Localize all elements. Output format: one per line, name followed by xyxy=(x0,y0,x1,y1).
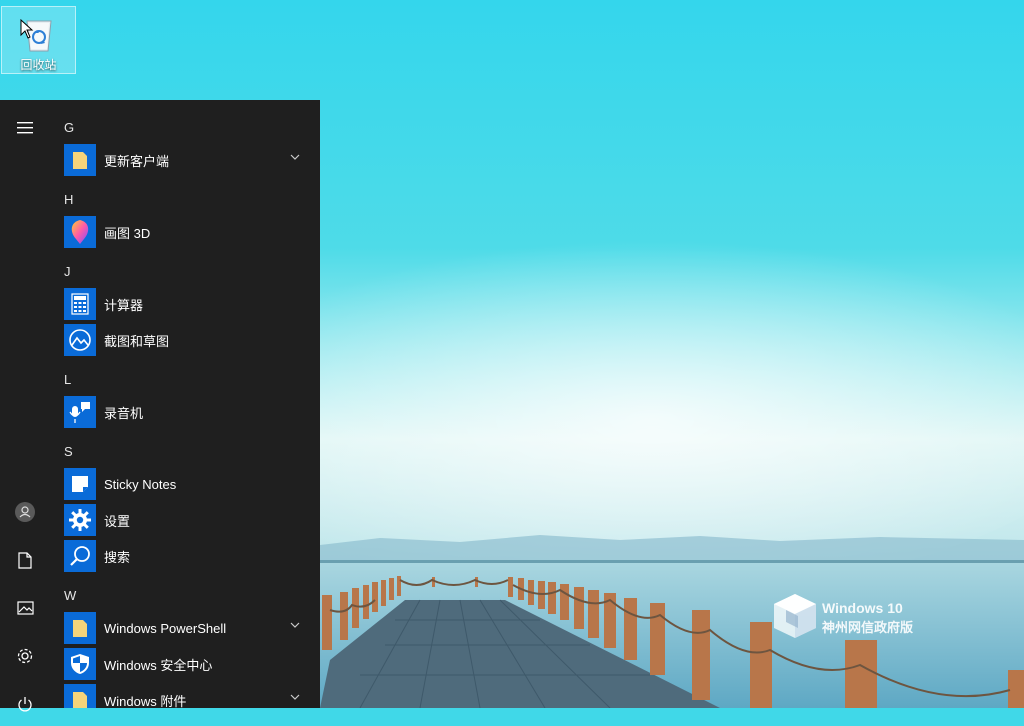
settings-gear-icon xyxy=(17,648,33,664)
app-name: 计算器 xyxy=(104,297,144,313)
app-item-settings[interactable]: 设置 xyxy=(64,503,314,537)
edition-watermark: Windows 10 神州网信政府版 xyxy=(772,592,952,642)
watermark-line1: Windows 10 xyxy=(822,600,903,616)
voice-recorder-icon xyxy=(64,396,96,428)
pictures-button[interactable] xyxy=(0,586,50,630)
recycle-bin-label: 回收站 xyxy=(20,58,57,72)
power-icon xyxy=(18,697,32,712)
app-name: Sticky Notes xyxy=(104,476,177,492)
chevron-down-icon[interactable] xyxy=(290,622,300,628)
folder-icon xyxy=(64,612,96,644)
hamburger-icon xyxy=(17,122,33,134)
watermark-line2: 神州网信政府版 xyxy=(822,621,914,636)
group-header-h[interactable]: H xyxy=(64,192,73,207)
app-name: Windows 安全中心 xyxy=(104,657,213,673)
shield-icon xyxy=(64,648,96,680)
group-header-s[interactable]: S xyxy=(64,444,73,459)
group-header-l[interactable]: L xyxy=(64,372,71,387)
folder-icon xyxy=(64,684,96,708)
app-list: G 更新客户端 H 画图 3D J 计算器 截图和草图 L 录音机 S Stic… xyxy=(50,100,320,708)
search-icon xyxy=(64,540,96,572)
group-header-w[interactable]: W xyxy=(64,588,76,603)
paint3d-icon xyxy=(64,216,96,248)
app-item-snip-sketch[interactable]: 截图和草图 xyxy=(64,323,314,357)
mouse-cursor-icon xyxy=(20,19,34,39)
settings-button[interactable] xyxy=(0,634,50,678)
app-item-windows-security[interactable]: Windows 安全中心 xyxy=(64,647,314,681)
app-item-sticky-notes[interactable]: Sticky Notes xyxy=(64,467,314,501)
recycle-bin-desktop-icon[interactable]: 回收站 xyxy=(1,6,76,74)
app-item-windows-accessories[interactable]: Windows 附件 xyxy=(64,683,314,708)
snip-sketch-icon xyxy=(64,324,96,356)
app-item-calculator[interactable]: 计算器 xyxy=(64,287,314,321)
app-name: 画图 3D xyxy=(104,225,151,241)
app-name: 截图和草图 xyxy=(104,333,170,349)
group-header-g[interactable]: G xyxy=(64,120,74,135)
start-menu-rail xyxy=(0,100,50,712)
app-item-windows-powershell[interactable]: Windows PowerShell xyxy=(64,611,314,645)
user-avatar-icon xyxy=(15,502,35,522)
pictures-icon xyxy=(16,601,34,615)
app-name: Windows 附件 xyxy=(104,693,187,709)
app-item-paint3d[interactable]: 画图 3D xyxy=(64,215,314,249)
app-name: 更新客户端 xyxy=(104,153,170,169)
power-button[interactable] xyxy=(0,682,50,726)
app-item-update-client[interactable]: 更新客户端 xyxy=(64,143,314,177)
app-name: 录音机 xyxy=(104,405,144,421)
chevron-down-icon[interactable] xyxy=(290,154,300,160)
app-item-voice-recorder[interactable]: 录音机 xyxy=(64,395,314,429)
calculator-icon xyxy=(64,288,96,320)
user-account-button[interactable] xyxy=(0,490,50,534)
folder-icon xyxy=(64,144,96,176)
expand-menu-button[interactable] xyxy=(0,106,50,150)
app-name: 设置 xyxy=(104,513,131,529)
group-header-j[interactable]: J xyxy=(64,264,71,279)
app-item-search[interactable]: 搜索 xyxy=(64,539,314,573)
app-name: 搜索 xyxy=(104,549,131,565)
sticky-notes-icon xyxy=(64,468,96,500)
app-name: Windows PowerShell xyxy=(104,620,227,636)
gear-icon xyxy=(64,504,96,536)
documents-button[interactable] xyxy=(0,538,50,582)
document-icon xyxy=(18,551,32,569)
edition-logo-icon xyxy=(774,594,816,638)
chevron-down-icon[interactable] xyxy=(290,694,300,700)
start-menu: G 更新客户端 H 画图 3D J 计算器 截图和草图 L 录音机 S Stic… xyxy=(0,100,320,712)
